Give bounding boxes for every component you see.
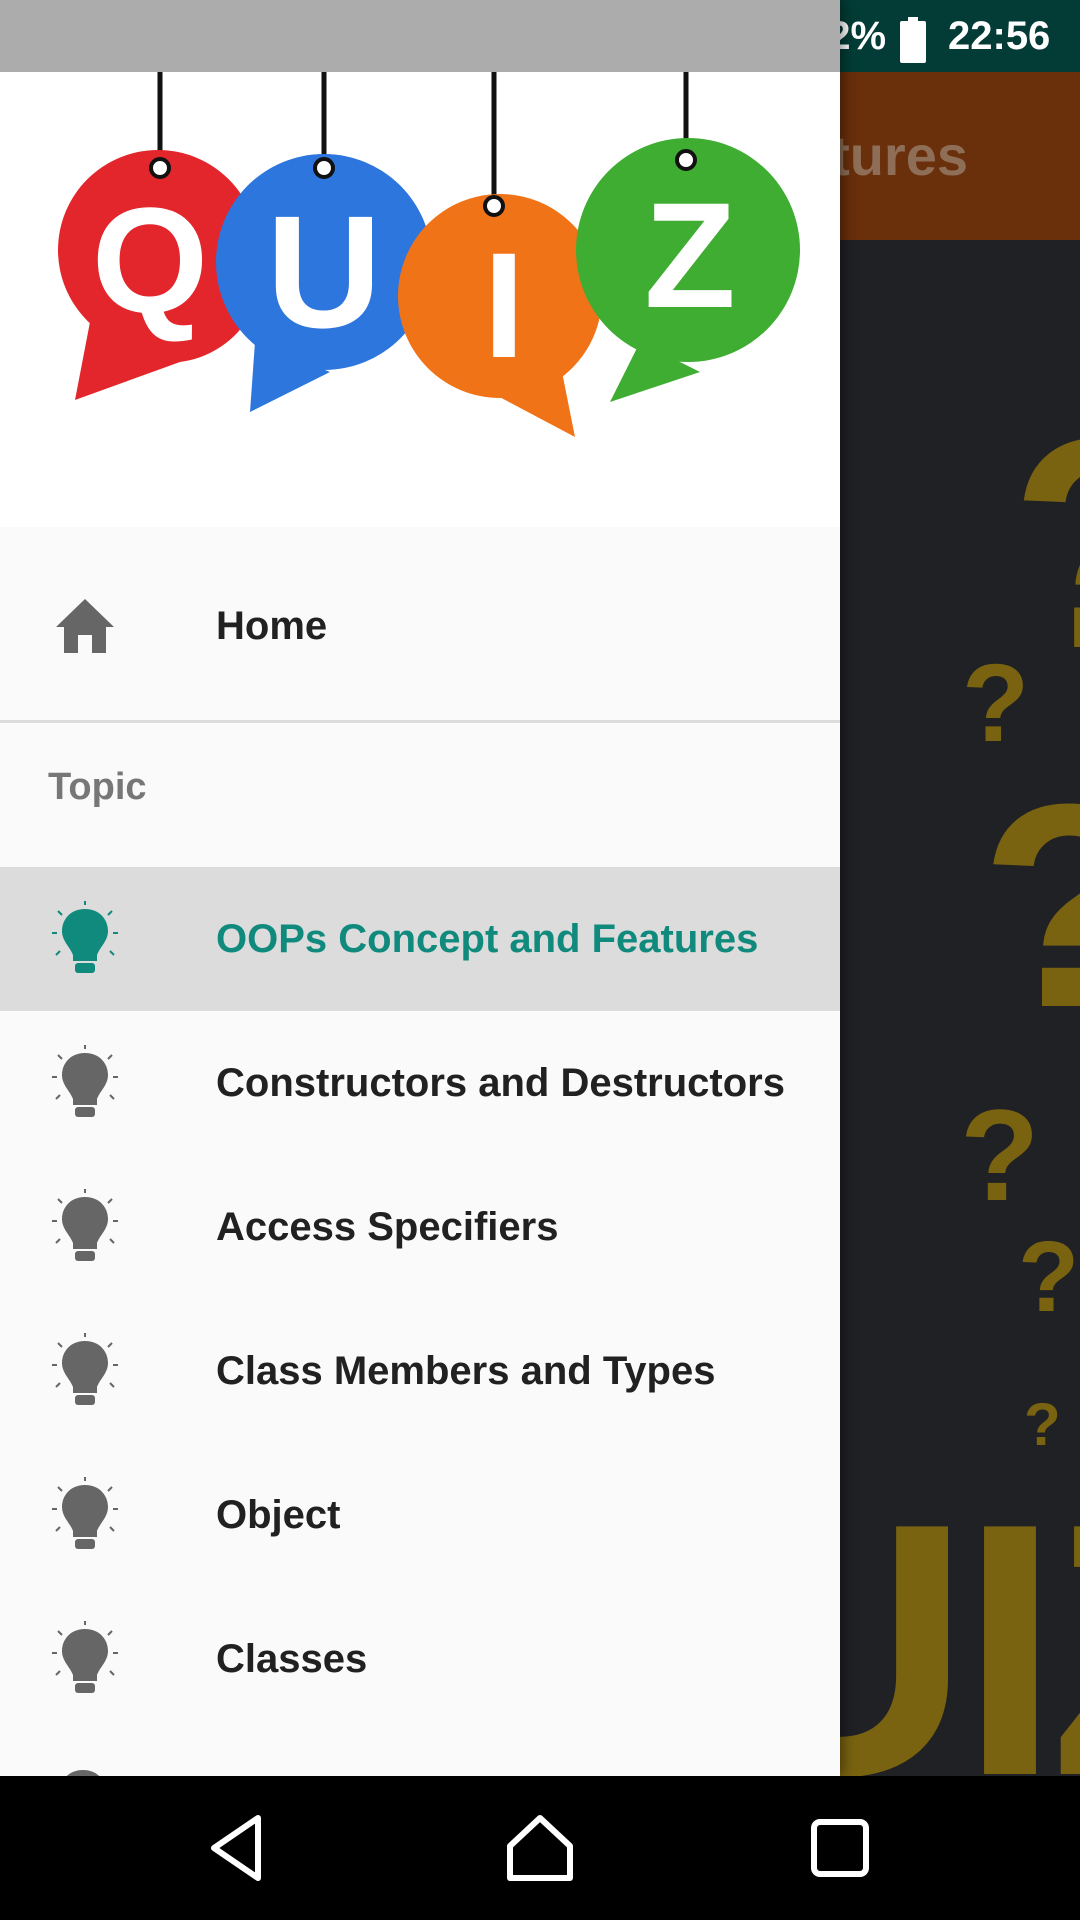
quiz-logo-letter: Q — [92, 176, 209, 344]
drawer-item-oops-concept[interactable]: OOPs Concept and Features — [0, 867, 840, 1011]
drawer-item-label: Class Members and Types — [216, 1348, 716, 1393]
drawer-item-partial[interactable] — [50, 1762, 120, 1776]
drawer-header: Q U I Z — [0, 72, 840, 527]
lightbulb-icon — [50, 1619, 120, 1699]
question-mark-decoration: ? — [960, 1082, 1040, 1228]
lightbulb-icon — [50, 899, 120, 979]
lightbulb-icon — [50, 1475, 120, 1555]
lightbulb-icon — [50, 1331, 120, 1411]
recents-icon — [811, 1819, 869, 1877]
drawer-item-label: OOPs Concept and Features — [216, 916, 759, 961]
question-mark-decoration: ? — [1018, 1221, 1080, 1333]
drawer-item-constructors[interactable]: Constructors and Destructors — [0, 1011, 840, 1155]
drawer-item-label: Classes — [216, 1636, 368, 1681]
home-icon — [50, 586, 120, 666]
drawer-item-home[interactable]: Home — [0, 554, 840, 698]
recents-button[interactable] — [780, 1776, 900, 1920]
drawer-item-label: Constructors and Destructors — [216, 1060, 785, 1105]
quiz-logo-letter: Z — [644, 171, 736, 339]
back-icon — [211, 1815, 261, 1881]
quiz-logo-letter: I — [483, 221, 525, 389]
question-mark-decoration: ? — [980, 740, 1080, 1073]
drawer-item-label: Object — [216, 1492, 341, 1537]
quiz-logo-letter: U — [266, 182, 382, 361]
drawer-item-access-specifiers[interactable]: Access Specifiers — [0, 1155, 840, 1299]
drawer-item-label: Access Specifiers — [216, 1204, 559, 1249]
home-outline-icon — [507, 1815, 573, 1881]
back-button[interactable] — [180, 1776, 300, 1920]
quiz-logo: Q U I Z — [58, 72, 800, 437]
section-title: Topic — [48, 766, 147, 808]
battery-icon — [900, 14, 926, 63]
drawer-item-class-members[interactable]: Class Members and Types — [0, 1299, 840, 1443]
lightbulb-icon — [66, 1770, 100, 1776]
system-navigation-bar — [0, 1776, 1080, 1920]
lightbulb-icon — [50, 1043, 120, 1123]
drawer-divider — [0, 720, 840, 723]
lightbulb-icon — [50, 1187, 120, 1267]
drawer-item-label: Home — [216, 603, 328, 648]
navigation-drawer: Q U I Z Home Topic OOPs Concept and Feat… — [0, 0, 840, 1776]
clock-time: 22:56 — [948, 14, 1051, 58]
quiz-watermark: UIZ — [840, 1449, 1080, 1776]
quiz-background-art: ? ? ? ? ? ? UIZ — [840, 240, 1080, 1776]
home-nav-button[interactable] — [480, 1776, 600, 1920]
drawer-item-classes[interactable]: Classes — [0, 1587, 840, 1731]
drawer-item-object[interactable]: Object — [0, 1443, 840, 1587]
